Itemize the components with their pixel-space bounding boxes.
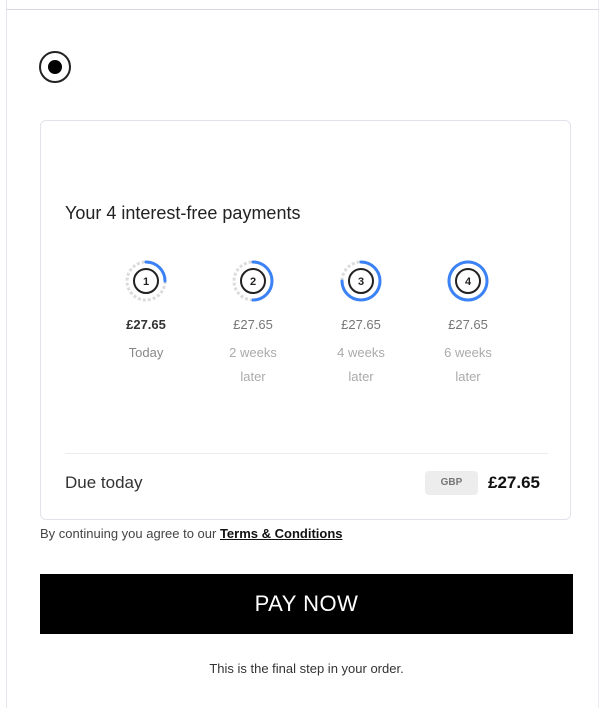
checkout-panel: Your 4 interest-free payments 1 £27.65 T… <box>0 0 606 708</box>
installment-1-amount: £27.65 <box>126 317 166 332</box>
installment-3-amount: £27.65 <box>341 317 381 332</box>
radio-selected-dot <box>48 60 62 74</box>
installment-4-when: 6 weeks later <box>444 345 492 384</box>
plan-title: Your 4 interest-free payments <box>65 203 301 223</box>
currency-badge: GBP <box>425 471 478 495</box>
installment-2-number: 2 <box>250 276 256 288</box>
panel-top-border <box>6 9 599 10</box>
installment-4-amount: £27.65 <box>448 317 488 332</box>
terms-conditions-link[interactable]: Terms & Conditions <box>220 526 343 541</box>
panel-left-border <box>6 0 7 708</box>
installment-plan-card: Your 4 interest-free payments 1 £27.65 T… <box>40 120 571 520</box>
installment-1-when: Today <box>128 345 164 360</box>
payment-option-radio[interactable] <box>39 51 71 83</box>
pay-now-button[interactable]: PAY NOW <box>40 574 573 634</box>
installment-1-number: 1 <box>143 276 149 288</box>
installment-1: 1 £27.65 Today <box>96 259 196 365</box>
installment-2-progress-icon: 2 <box>232 260 274 302</box>
installment-3-when: 4 weeks later <box>337 345 385 384</box>
terms-prefix: By continuing you agree to our <box>40 526 220 541</box>
due-today-amount: £27.65 <box>488 473 540 492</box>
card-divider <box>65 453 548 454</box>
final-step-note: This is the final step in your order. <box>209 661 404 676</box>
installment-4: 4 £27.65 6 weeks later <box>418 259 518 389</box>
installment-4-progress-icon: 4 <box>447 260 489 302</box>
panel-right-border <box>598 0 599 708</box>
installment-2-amount: £27.65 <box>233 317 273 332</box>
installment-3-progress-icon: 3 <box>340 260 382 302</box>
terms-notice: By continuing you agree to our Terms & C… <box>40 526 343 541</box>
installment-3-number: 3 <box>358 276 364 288</box>
installment-4-number: 4 <box>465 276 472 288</box>
installment-2-when: 2 weeks later <box>229 345 277 384</box>
due-today-label: Due today <box>65 473 143 492</box>
installment-1-progress-icon: 1 <box>125 260 167 302</box>
installment-2: 2 £27.65 2 weeks later <box>203 259 303 389</box>
installment-3: 3 £27.65 4 weeks later <box>311 259 411 389</box>
